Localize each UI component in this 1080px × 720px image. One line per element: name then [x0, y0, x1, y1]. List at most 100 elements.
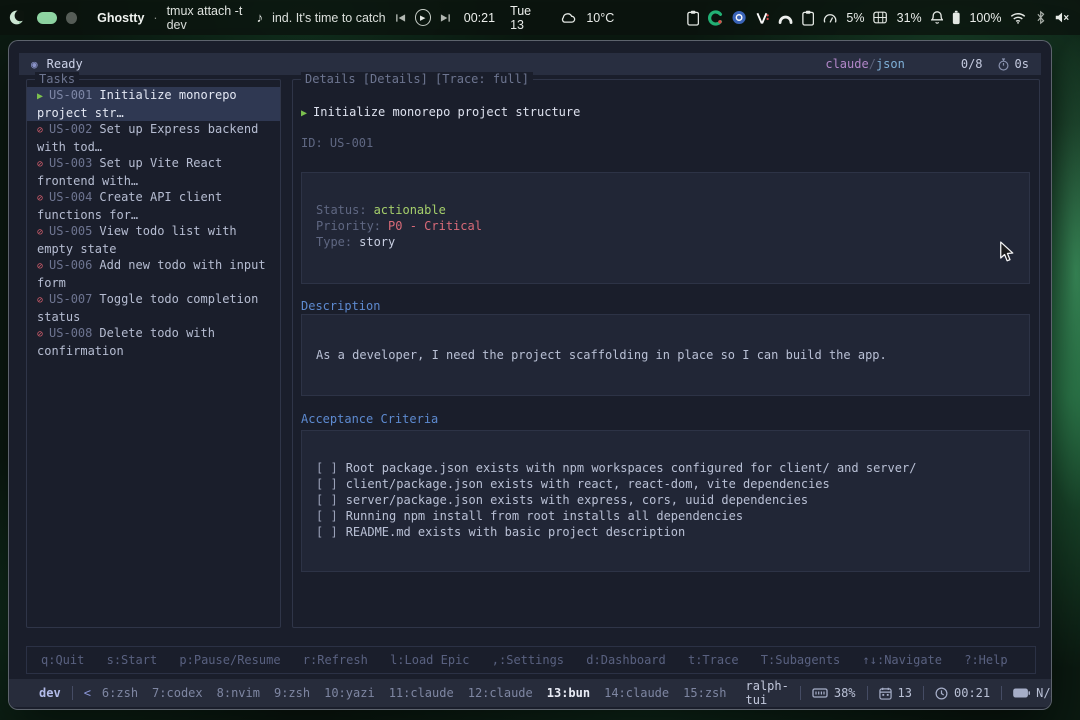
progress-counter: 0/8	[961, 57, 983, 71]
music-note-icon: ♪	[257, 10, 264, 25]
criteria-item: [ ]client/package.json exists with react…	[316, 476, 1029, 492]
grid-icon[interactable]	[873, 11, 887, 24]
play-icon: ▶	[37, 91, 43, 102]
menubar-pill-indicator[interactable]	[37, 12, 57, 24]
keybind-start: s:Start	[107, 653, 158, 667]
active-app-name[interactable]: Ghostty	[97, 11, 144, 25]
model-format-separator: /	[869, 57, 876, 71]
tmux-window[interactable]: 8:nvim	[217, 686, 260, 700]
priority-row: Priority: P0 - Critical	[316, 218, 1029, 234]
date-value: 13	[898, 686, 912, 700]
blocked-icon: ⊘	[37, 125, 43, 136]
clipboard-icon[interactable]	[687, 10, 699, 26]
tmux-window[interactable]: 11:claude	[389, 686, 454, 700]
now-playing-text[interactable]: ind. It's time to catch	[272, 11, 386, 25]
blocked-icon: ⊘	[37, 159, 43, 170]
gauge-percent[interactable]: 5%	[846, 11, 864, 25]
acceptance-criteria-header: Acceptance Criteria	[301, 411, 438, 427]
bluetooth-icon[interactable]	[1036, 10, 1045, 25]
tmux-overflow-indicator: <	[84, 686, 91, 700]
type-value: story	[359, 235, 395, 249]
status-value: actionable	[374, 203, 446, 217]
play-pause-button[interactable]: ▶	[415, 9, 431, 26]
detail-title-row: ▶Initialize monorepo project structure	[301, 104, 580, 122]
model-name: claude	[825, 57, 868, 71]
tmux-separator	[923, 686, 924, 700]
menubar-logo-icon[interactable]	[9, 9, 24, 26]
tmux-separator	[867, 686, 868, 700]
checkbox-icon[interactable]: [ ]	[316, 525, 338, 539]
gauge-icon[interactable]	[823, 11, 837, 24]
tmux-window[interactable]: 9:zsh	[274, 686, 310, 700]
battery-icon[interactable]	[952, 10, 961, 25]
details-panel: Details [Details] [Trace: full] ▶Initial…	[292, 79, 1040, 628]
task-item[interactable]: ⊘US-002Set up Express backend with tod…	[27, 121, 280, 155]
tmux-window[interactable]: 6:zsh	[102, 686, 138, 700]
priority-value: P0 - Critical	[388, 219, 482, 233]
volume-muted-icon[interactable]	[1054, 11, 1070, 24]
tmux-window[interactable]: 15:zsh	[683, 686, 726, 700]
battery-stat: N/A%	[1013, 686, 1052, 700]
play-icon: ▶	[301, 108, 307, 119]
tmux-window-active[interactable]: 13:bun	[547, 686, 590, 700]
task-item[interactable]: ⊘US-003Set up Vite React frontend with…	[27, 155, 280, 189]
tmux-window[interactable]: 10:yazi	[324, 686, 375, 700]
task-item[interactable]: ⊘US-004Create API client functions for…	[27, 189, 280, 223]
task-list: ▶US-001Initialize monorepo project str… …	[27, 80, 280, 627]
menubar-date[interactable]: Tue 13	[510, 4, 546, 32]
status-text: Ready	[47, 57, 83, 71]
tmux-window[interactable]: 7:codex	[152, 686, 203, 700]
task-item[interactable]: ⊘US-008Delete todo with confirmation	[27, 325, 280, 359]
clipboard-icon[interactable]	[802, 10, 814, 26]
window-title-menu-item[interactable]: tmux attach -t dev	[167, 4, 257, 32]
tmux-directory: ralph-tui	[746, 679, 789, 707]
criteria-text: Root package.json exists with npm worksp…	[346, 461, 917, 475]
keybind-refresh: r:Refresh	[303, 653, 368, 667]
tmux-window[interactable]: 12:claude	[468, 686, 533, 700]
keybind-pause-resume: p:Pause/Resume	[179, 653, 280, 667]
checkbox-icon[interactable]: [ ]	[316, 461, 338, 475]
next-track-button[interactable]	[440, 13, 451, 23]
temperature-value[interactable]: 10°C	[586, 11, 614, 25]
keybind-quit: q:Quit	[41, 653, 84, 667]
battery-percent[interactable]: 100%	[969, 11, 1001, 25]
task-item[interactable]: ⊘US-006Add new todo with input form	[27, 257, 280, 291]
task-id: US-006	[49, 258, 92, 272]
mouse-cursor	[999, 241, 1014, 263]
menu-bar: Ghostty · tmux attach -t dev ♪ ind. It's…	[0, 0, 1080, 35]
task-item[interactable]: ▶US-001Initialize monorepo project str…	[27, 87, 280, 121]
status-label: Status:	[316, 203, 367, 217]
task-item[interactable]: ⊘US-005View todo list with empty state	[27, 223, 280, 257]
criteria-text: README.md exists with basic project desc…	[346, 525, 686, 539]
output-format: json	[876, 57, 905, 71]
tui-header-right: claude / json 0/8 0s	[825, 57, 1029, 71]
bell-icon[interactable]	[931, 10, 943, 25]
tmux-window[interactable]: 14:claude	[604, 686, 669, 700]
grid-percent[interactable]: 31%	[897, 11, 922, 25]
wifi-icon[interactable]	[1010, 12, 1026, 24]
description-text: As a developer, I need the project scaff…	[316, 347, 1029, 363]
date-stat: 13	[879, 686, 912, 700]
task-id: US-002	[49, 122, 92, 136]
claude-icon[interactable]	[708, 10, 723, 26]
criteria-item: [ ] README.md exists with basic project d…	[316, 524, 1029, 540]
priority-label: Priority:	[316, 219, 381, 233]
arc-icon[interactable]	[778, 12, 793, 24]
media-elapsed-time: 00:21	[464, 11, 495, 25]
onepassword-icon[interactable]	[732, 10, 746, 25]
clock-icon	[935, 687, 948, 700]
keybind-bar: q:Quit s:Start p:Pause/Resume r:Refresh …	[26, 646, 1036, 674]
tmux-session-name[interactable]: dev	[39, 686, 61, 700]
task-id: US-005	[49, 224, 92, 238]
criteria-text: server/package.json exists with express,…	[346, 493, 808, 507]
details-panel-title: Details [Details] [Trace: full]	[301, 72, 533, 86]
previous-track-button[interactable]	[395, 13, 406, 23]
menubar-dot-indicator[interactable]	[66, 12, 77, 24]
checkbox-icon[interactable]: [ ]	[316, 509, 338, 523]
v-app-icon[interactable]	[756, 11, 769, 25]
checkbox-icon[interactable]: [ ]	[316, 477, 338, 491]
status-row: Status: actionable	[316, 202, 1029, 218]
checkbox-icon[interactable]: [ ]	[316, 493, 338, 507]
task-item[interactable]: ⊘US-007Toggle todo completion status	[27, 291, 280, 325]
tasks-panel: Tasks ▶US-001Initialize monorepo project…	[26, 79, 281, 628]
